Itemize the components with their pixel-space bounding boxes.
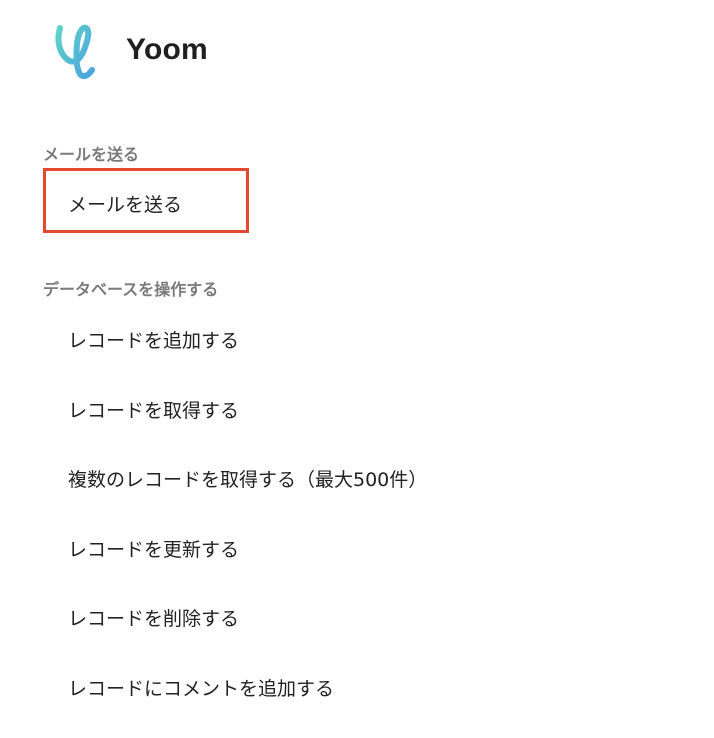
app-header: Yoom bbox=[50, 18, 208, 82]
brand-name: Yoom bbox=[126, 33, 208, 66]
menu-item-delete-record[interactable]: レコードを削除する bbox=[68, 604, 239, 631]
section-heading-database: データベースを操作する bbox=[43, 280, 219, 299]
menu-item-get-multiple-records[interactable]: 複数のレコードを取得する（最大500件） bbox=[68, 465, 427, 492]
menu-item-send-mail[interactable]: メールを送る bbox=[68, 190, 182, 217]
yoom-logo-icon bbox=[55, 24, 95, 80]
menu-item-add-record[interactable]: レコードを追加する bbox=[68, 326, 239, 353]
section-heading-send-mail: メールを送る bbox=[43, 145, 140, 164]
menu-item-add-record-comment[interactable]: レコードにコメントを追加する bbox=[68, 674, 334, 701]
menu-item-update-record[interactable]: レコードを更新する bbox=[68, 535, 239, 562]
menu-item-get-record[interactable]: レコードを取得する bbox=[68, 396, 239, 423]
